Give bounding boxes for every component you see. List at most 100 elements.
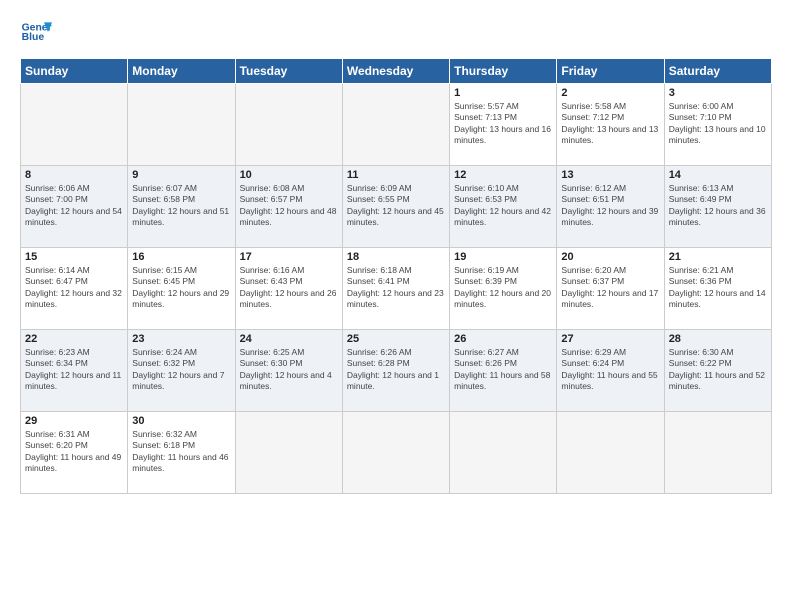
calendar-cell [342, 84, 449, 166]
day-number: 27 [561, 333, 659, 345]
weekday-header-tuesday: Tuesday [235, 59, 342, 84]
day-info: Sunrise: 6:30 AMSunset: 6:22 PMDaylight:… [669, 347, 767, 393]
day-number: 11 [347, 169, 445, 181]
calendar-cell: 14Sunrise: 6:13 AMSunset: 6:49 PMDayligh… [664, 166, 771, 248]
day-number: 18 [347, 251, 445, 263]
calendar-cell [235, 84, 342, 166]
day-number: 8 [25, 169, 123, 181]
weekday-header-friday: Friday [557, 59, 664, 84]
day-info: Sunrise: 6:27 AMSunset: 6:26 PMDaylight:… [454, 347, 552, 393]
day-number: 30 [132, 415, 230, 427]
day-info: Sunrise: 6:09 AMSunset: 6:55 PMDaylight:… [347, 183, 445, 229]
day-info: Sunrise: 6:24 AMSunset: 6:32 PMDaylight:… [132, 347, 230, 393]
calendar-cell: 17 Sunrise: 6:16 AMSunset: 6:43 PMDayligh… [235, 248, 342, 330]
day-number: 29 [25, 415, 123, 427]
day-number: 21 [669, 251, 767, 263]
day-number: 28 [669, 333, 767, 345]
page-header: General Blue [20, 16, 772, 48]
calendar-cell [450, 412, 557, 494]
calendar-cell: 26 Sunrise: 6:27 AMSunset: 6:26 PMDayligh… [450, 330, 557, 412]
day-info: Sunrise: 6:29 AMSunset: 6:24 PMDaylight:… [561, 347, 659, 393]
weekday-header-row: SundayMondayTuesdayWednesdayThursdayFrid… [21, 59, 772, 84]
calendar-cell: 19 Sunrise: 6:19 AMSunset: 6:39 PMDayligh… [450, 248, 557, 330]
calendar-cell: 8 Sunrise: 6:06 AMSunset: 7:00 PMDaylight… [21, 166, 128, 248]
day-info: Sunrise: 6:19 AMSunset: 6:39 PMDaylight:… [454, 265, 552, 311]
logo: General Blue [20, 16, 52, 48]
day-info: Sunrise: 6:08 AMSunset: 6:57 PMDaylight:… [240, 183, 338, 229]
day-number: 24 [240, 333, 338, 345]
calendar-cell: 1 Sunrise: 5:57 AMSunset: 7:13 PMDaylight… [450, 84, 557, 166]
day-number: 2 [561, 87, 659, 99]
day-number: 1 [454, 87, 552, 99]
day-number: 20 [561, 251, 659, 263]
day-number: 22 [25, 333, 123, 345]
weekday-header-thursday: Thursday [450, 59, 557, 84]
day-info: Sunrise: 6:31 AMSunset: 6:20 PMDaylight:… [25, 429, 123, 475]
calendar-cell: 20 Sunrise: 6:20 AMSunset: 6:37 PMDayligh… [557, 248, 664, 330]
day-info: Sunrise: 5:57 AMSunset: 7:13 PMDaylight:… [454, 101, 552, 147]
calendar-cell [21, 84, 128, 166]
day-info: Sunrise: 6:14 AMSunset: 6:47 PMDaylight:… [25, 265, 123, 311]
weekday-header-monday: Monday [128, 59, 235, 84]
calendar-cell: 2 Sunrise: 5:58 AMSunset: 7:12 PMDaylight… [557, 84, 664, 166]
day-info: Sunrise: 6:23 AMSunset: 6:34 PMDaylight:… [25, 347, 123, 393]
calendar-cell: 16 Sunrise: 6:15 AMSunset: 6:45 PMDayligh… [128, 248, 235, 330]
day-info: Sunrise: 6:20 AMSunset: 6:37 PMDaylight:… [561, 265, 659, 311]
day-number: 16 [132, 251, 230, 263]
day-info: Sunrise: 6:25 AMSunset: 6:30 PMDaylight:… [240, 347, 338, 393]
day-info: Sunrise: 6:06 AMSunset: 7:00 PMDaylight:… [25, 183, 123, 229]
calendar-cell [664, 412, 771, 494]
calendar-week-row: 29 Sunrise: 6:31 AMSunset: 6:20 PMDayligh… [21, 412, 772, 494]
calendar-cell: 21 Sunrise: 6:21 AMSunset: 6:36 PMDayligh… [664, 248, 771, 330]
day-info: Sunrise: 6:10 AMSunset: 6:53 PMDaylight:… [454, 183, 552, 229]
calendar-cell: 22 Sunrise: 6:23 AMSunset: 6:34 PMDayligh… [21, 330, 128, 412]
day-info: Sunrise: 6:21 AMSunset: 6:36 PMDaylight:… [669, 265, 767, 311]
calendar-cell: 13 Sunrise: 6:12 AMSunset: 6:51 PMDayligh… [557, 166, 664, 248]
calendar-cell [235, 412, 342, 494]
calendar-week-row: 8 Sunrise: 6:06 AMSunset: 7:00 PMDaylight… [21, 166, 772, 248]
weekday-header-saturday: Saturday [664, 59, 771, 84]
day-number: 3 [669, 87, 767, 99]
calendar-week-row: 1 Sunrise: 5:57 AMSunset: 7:13 PMDaylight… [21, 84, 772, 166]
day-number: 12 [454, 169, 552, 181]
day-info: Sunrise: 6:26 AMSunset: 6:28 PMDaylight:… [347, 347, 445, 393]
day-number: 26 [454, 333, 552, 345]
calendar-cell: 11 Sunrise: 6:09 AMSunset: 6:55 PMDayligh… [342, 166, 449, 248]
day-info: Sunrise: 6:12 AMSunset: 6:51 PMDaylight:… [561, 183, 659, 229]
calendar-cell: 18 Sunrise: 6:18 AMSunset: 6:41 PMDayligh… [342, 248, 449, 330]
day-number: 14 [669, 169, 767, 181]
calendar-cell [557, 412, 664, 494]
day-info: Sunrise: 6:18 AMSunset: 6:41 PMDaylight:… [347, 265, 445, 311]
weekday-header-wednesday: Wednesday [342, 59, 449, 84]
calendar-cell: 27 Sunrise: 6:29 AMSunset: 6:24 PMDayligh… [557, 330, 664, 412]
day-info: Sunrise: 6:00 AMSunset: 7:10 PMDaylight:… [669, 101, 767, 147]
calendar-cell: 28 Sunrise: 6:30 AMSunset: 6:22 PMDayligh… [664, 330, 771, 412]
calendar-cell: 30 Sunrise: 6:32 AMSunset: 6:18 PMDayligh… [128, 412, 235, 494]
day-number: 23 [132, 333, 230, 345]
day-number: 10 [240, 169, 338, 181]
calendar-cell [342, 412, 449, 494]
day-info: Sunrise: 6:32 AMSunset: 6:18 PMDaylight:… [132, 429, 230, 475]
weekday-header-sunday: Sunday [21, 59, 128, 84]
day-info: Sunrise: 6:15 AMSunset: 6:45 PMDaylight:… [132, 265, 230, 311]
day-info: Sunrise: 6:07 AMSunset: 6:58 PMDaylight:… [132, 183, 230, 229]
svg-text:Blue: Blue [22, 32, 45, 43]
calendar-cell: 23 Sunrise: 6:24 AMSunset: 6:32 PMDayligh… [128, 330, 235, 412]
calendar-week-row: 22 Sunrise: 6:23 AMSunset: 6:34 PMDayligh… [21, 330, 772, 412]
day-info: Sunrise: 5:58 AMSunset: 7:12 PMDaylight:… [561, 101, 659, 147]
day-number: 25 [347, 333, 445, 345]
calendar-cell: 10 Sunrise: 6:08 AMSunset: 6:57 PMDayligh… [235, 166, 342, 248]
calendar-cell: 3 Sunrise: 6:00 AMSunset: 7:10 PMDaylight… [664, 84, 771, 166]
day-info: Sunrise: 6:16 AMSunset: 6:43 PMDaylight:… [240, 265, 338, 311]
calendar-cell: 29 Sunrise: 6:31 AMSunset: 6:20 PMDayligh… [21, 412, 128, 494]
calendar-cell: 15Sunrise: 6:14 AMSunset: 6:47 PMDayligh… [21, 248, 128, 330]
calendar-cell: 24 Sunrise: 6:25 AMSunset: 6:30 PMDayligh… [235, 330, 342, 412]
calendar-cell: 12 Sunrise: 6:10 AMSunset: 6:53 PMDayligh… [450, 166, 557, 248]
day-number: 9 [132, 169, 230, 181]
day-number: 17 [240, 251, 338, 263]
calendar-cell: 9 Sunrise: 6:07 AMSunset: 6:58 PMDaylight… [128, 166, 235, 248]
day-number: 13 [561, 169, 659, 181]
day-number: 19 [454, 251, 552, 263]
calendar-cell: 25 Sunrise: 6:26 AMSunset: 6:28 PMDayligh… [342, 330, 449, 412]
calendar-table: SundayMondayTuesdayWednesdayThursdayFrid… [20, 58, 772, 494]
